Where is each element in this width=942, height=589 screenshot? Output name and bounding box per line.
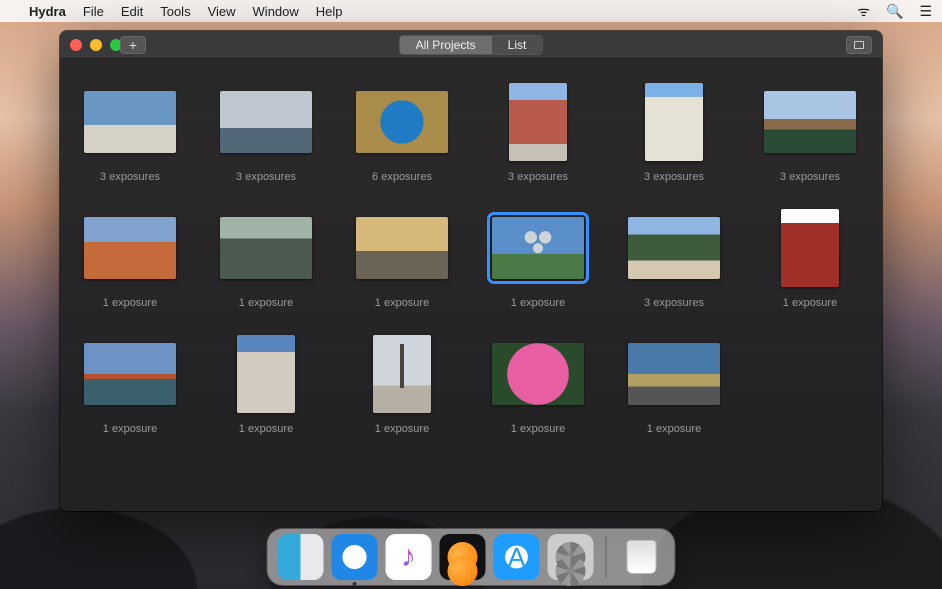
project-caption: 1 exposure bbox=[216, 297, 316, 309]
running-indicator bbox=[448, 556, 478, 586]
tab-all-projects[interactable]: All Projects bbox=[400, 36, 492, 54]
trash-icon bbox=[627, 540, 657, 574]
project-church[interactable]: 3 exposures bbox=[624, 207, 724, 309]
titlebar: + All Projects List bbox=[60, 31, 882, 59]
project-caption: 3 exposures bbox=[624, 171, 724, 183]
dock-itunes[interactable]: ♪ bbox=[386, 534, 432, 580]
wifi-icon[interactable]: ᯤ bbox=[857, 2, 870, 21]
menu-window[interactable]: Window bbox=[253, 4, 299, 19]
project-valley[interactable]: 1 exposure bbox=[216, 207, 316, 309]
fullscreen-icon bbox=[854, 41, 864, 49]
traffic-lights bbox=[70, 39, 122, 51]
dock-trash[interactable] bbox=[619, 534, 665, 580]
project-caption: 1 exposure bbox=[216, 423, 316, 435]
menu-edit[interactable]: Edit bbox=[121, 4, 143, 19]
project-belltower[interactable]: 3 exposures bbox=[624, 81, 724, 183]
project-colonnade[interactable]: 1 exposure bbox=[216, 333, 316, 435]
window-minimize-button[interactable] bbox=[90, 39, 102, 51]
project-thumbnail bbox=[492, 343, 584, 405]
project-caption: 1 exposure bbox=[624, 423, 724, 435]
project-clocktower[interactable]: 3 exposures bbox=[80, 81, 180, 183]
project-caption: 1 exposure bbox=[488, 297, 588, 309]
project-thumbnail bbox=[84, 217, 176, 279]
running-indicator bbox=[556, 556, 586, 586]
project-flowers[interactable]: 1 exposure bbox=[488, 333, 588, 435]
dock-finder[interactable] bbox=[278, 534, 324, 580]
project-thumbnail bbox=[84, 343, 176, 405]
project-brick-bldg[interactable]: 3 exposures bbox=[488, 81, 588, 183]
project-caption: 3 exposures bbox=[80, 171, 180, 183]
dock-safari[interactable] bbox=[332, 534, 378, 580]
dock-hydra[interactable] bbox=[440, 534, 486, 580]
menubar: Hydra File Edit Tools View Window Help ᯤ… bbox=[0, 0, 942, 22]
project-highway[interactable]: 1 exposure bbox=[624, 333, 724, 435]
project-thumbnail bbox=[509, 83, 567, 161]
project-eiffel[interactable]: 1 exposure bbox=[352, 333, 452, 435]
project-thumbnail bbox=[628, 343, 720, 405]
project-thumbnail bbox=[645, 83, 703, 161]
menu-help[interactable]: Help bbox=[316, 4, 343, 19]
dock: ♪A bbox=[268, 529, 675, 585]
project-thumbnail bbox=[492, 217, 584, 279]
project-palace[interactable]: 3 exposures bbox=[760, 81, 860, 183]
project-caption: 3 exposures bbox=[216, 171, 316, 183]
project-caption: 6 exposures bbox=[352, 171, 452, 183]
appstore-icon: A bbox=[508, 542, 525, 573]
dock-sysprefs[interactable] bbox=[548, 534, 594, 580]
project-thumbnail bbox=[237, 335, 295, 413]
project-thumbnail bbox=[628, 217, 720, 279]
view-mode-segment: All Projects List bbox=[399, 35, 544, 55]
menu-file[interactable]: File bbox=[83, 4, 104, 19]
project-thumbnail bbox=[356, 217, 448, 279]
project-apple-cube[interactable]: 1 exposure bbox=[760, 207, 860, 309]
dock-separator bbox=[606, 536, 607, 578]
project-caption: 3 exposures bbox=[760, 171, 860, 183]
project-caption: 1 exposure bbox=[488, 423, 588, 435]
project-caption: 1 exposure bbox=[80, 423, 180, 435]
menubar-app-name[interactable]: Hydra bbox=[29, 4, 66, 19]
spotlight-icon[interactable]: 🔍 bbox=[886, 3, 903, 20]
project-baybridge[interactable]: 3 exposures bbox=[216, 81, 316, 183]
project-thumbnail bbox=[220, 91, 312, 153]
running-indicator bbox=[353, 582, 357, 586]
window-close-button[interactable] bbox=[70, 39, 82, 51]
project-thumbnail bbox=[220, 217, 312, 279]
project-highway-sun[interactable]: 1 exposure bbox=[352, 207, 452, 309]
project-thumbnail bbox=[764, 91, 856, 153]
project-caption: 1 exposure bbox=[760, 297, 860, 309]
notifications-icon[interactable]: ☰ bbox=[919, 3, 932, 20]
new-project-button[interactable]: + bbox=[120, 36, 146, 54]
project-caption: 1 exposure bbox=[352, 297, 452, 309]
fullscreen-button[interactable] bbox=[846, 36, 872, 54]
itunes-icon: ♪ bbox=[401, 540, 416, 574]
project-thumbnail bbox=[356, 91, 448, 153]
menu-tools[interactable]: Tools bbox=[160, 4, 190, 19]
project-atomium[interactable]: 1 exposure bbox=[488, 207, 588, 309]
project-redrocks[interactable]: 1 exposure bbox=[80, 207, 180, 309]
project-caption: 1 exposure bbox=[80, 297, 180, 309]
menu-view[interactable]: View bbox=[208, 4, 236, 19]
dock-appstore[interactable]: A bbox=[494, 534, 540, 580]
app-window: + All Projects List 3 exposures3 exposur… bbox=[60, 31, 882, 511]
project-thumbnail bbox=[373, 335, 431, 413]
project-caption: 1 exposure bbox=[352, 423, 452, 435]
project-thumbnail bbox=[781, 209, 839, 287]
project-goldengate[interactable]: 1 exposure bbox=[80, 333, 180, 435]
project-gallery: 3 exposures 3 exposures 6 exposures 3 expos… bbox=[60, 59, 882, 465]
project-nest[interactable]: 6 exposures bbox=[352, 81, 452, 183]
tab-list[interactable]: List bbox=[492, 36, 543, 54]
project-thumbnail bbox=[84, 91, 176, 153]
project-caption: 3 exposures bbox=[488, 171, 588, 183]
project-caption: 3 exposures bbox=[624, 297, 724, 309]
